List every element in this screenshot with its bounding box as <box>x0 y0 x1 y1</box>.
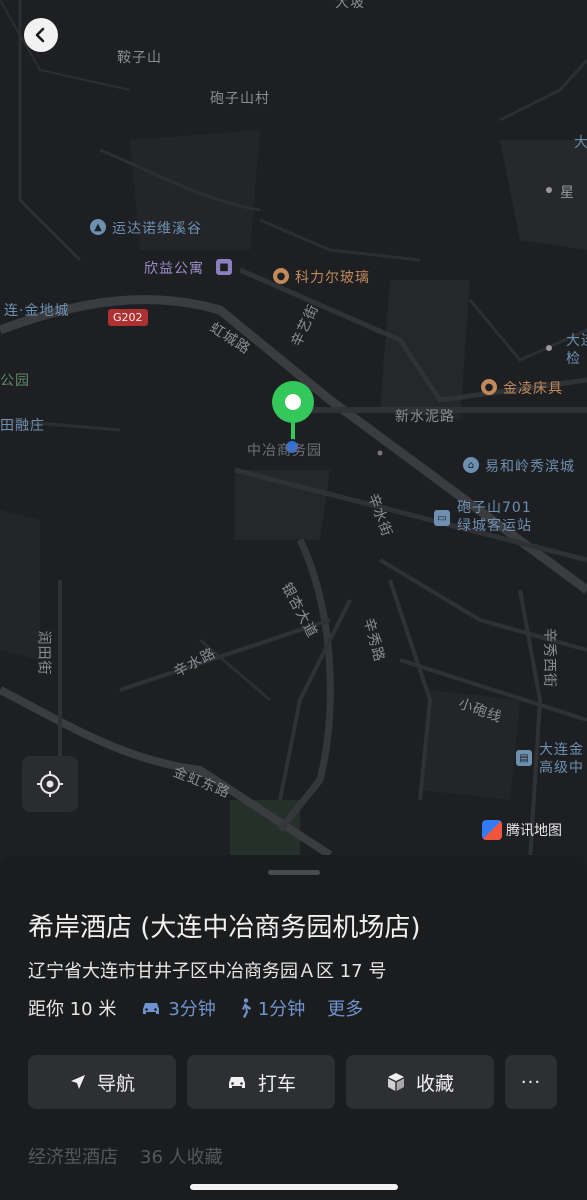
map-label: 砲子山村 <box>210 91 270 107</box>
map-roads <box>0 0 587 861</box>
road-label: 辛秀西街 <box>541 628 557 688</box>
map-label: 大连 <box>566 333 587 349</box>
drag-handle[interactable] <box>268 870 320 875</box>
more-options-label: ··· <box>520 1071 542 1093</box>
poi-label[interactable]: 田融庄 <box>0 415 45 435</box>
home-indicator[interactable] <box>190 1184 398 1190</box>
poi-label[interactable]: 金凌床具 <box>503 378 563 398</box>
hotel-type-tag: 经济型酒店 <box>28 1147 118 1168</box>
walk-icon <box>241 998 251 1018</box>
favorite-button[interactable]: 收藏 <box>346 1055 494 1109</box>
map-label: 大坡 <box>335 0 365 11</box>
navigation-arrow-icon <box>70 1075 85 1089</box>
navigate-button[interactable]: 导航 <box>28 1055 176 1109</box>
poi-label[interactable]: 运达诺维溪谷 <box>112 218 202 238</box>
map-provider-logo: 腾讯地图 <box>482 820 562 840</box>
school-icon: ▤ <box>516 750 532 766</box>
shop-icon: ● <box>273 268 289 284</box>
poi-label[interactable]: 易和岭秀滨城 <box>485 456 575 476</box>
walk-time[interactable]: 1分钟 <box>238 995 305 1021</box>
road-label: 新水泥路 <box>395 409 455 425</box>
map-label: 星 <box>560 185 575 201</box>
map-view[interactable]: 鞍子山 大坡 砲子山村 ▲ 运达诺维溪谷 欣益公寓 ■ ● 科力尔玻璃 连·金地… <box>0 0 587 870</box>
navigate-label: 导航 <box>96 1072 135 1095</box>
crosshair-icon <box>37 771 63 797</box>
poi-label[interactable]: 欣益公寓 <box>144 258 204 278</box>
map-label: 鞍子山 <box>117 50 162 66</box>
poi-label[interactable]: 连·金地城 <box>4 300 69 320</box>
apartment-icon: ■ <box>216 259 232 275</box>
place-tags: 经济型酒店 36 人收藏 <box>28 1143 223 1169</box>
back-button[interactable] <box>24 18 58 52</box>
poi-label[interactable]: 高级中 <box>539 759 584 777</box>
provider-label: 腾讯地图 <box>506 823 562 839</box>
poi-label[interactable]: 砲子山701 <box>457 500 532 517</box>
saves-count: 36 人收藏 <box>140 1147 223 1168</box>
map-label: 大 <box>574 135 587 151</box>
place-detail-sheet[interactable]: 希岸酒店 (大连中冶商务园机场店) 辽宁省大连市甘井子区中冶商务园Ａ区 17 号… <box>0 855 587 1200</box>
favorite-label: 收藏 <box>415 1072 454 1095</box>
box-icon <box>387 1073 404 1091</box>
road-label: 润田街 <box>35 630 52 676</box>
chevron-left-icon <box>35 27 45 43</box>
place-label: 中冶商务园 <box>247 443 322 459</box>
tencent-map-icon <box>482 820 502 840</box>
place-address: 辽宁省大连市甘井子区中冶商务园Ａ区 17 号 <box>28 961 387 982</box>
place-meta: 距你 10 米 3分钟 1分钟 更多 <box>28 995 385 1021</box>
poi-label[interactable]: 绿城客运站 <box>457 518 532 535</box>
residence-icon: ⌂ <box>463 457 479 473</box>
shop-icon: ● <box>481 379 497 395</box>
place-title: 希岸酒店 (大连中冶商务园机场店) <box>28 913 421 943</box>
highway-shield: G202 <box>108 309 148 326</box>
map-label: 检 <box>566 351 581 367</box>
poi-label[interactable]: 科力尔玻璃 <box>295 267 370 287</box>
more-options-button[interactable]: ··· <box>505 1055 557 1109</box>
drive-time[interactable]: 3分钟 <box>140 995 216 1021</box>
car-icon <box>143 1003 160 1014</box>
bus-station-icon: ▭ <box>434 510 450 526</box>
poi-label[interactable]: 公园 <box>0 370 30 390</box>
poi-label[interactable]: 大连金 <box>539 741 584 759</box>
taxi-button[interactable]: 打车 <box>187 1055 335 1109</box>
more-link[interactable]: 更多 <box>327 995 363 1021</box>
distance-text: 距你 10 米 <box>28 999 117 1020</box>
drive-time-label: 3分钟 <box>168 999 216 1020</box>
scenic-icon: ▲ <box>90 219 106 235</box>
locate-me-button[interactable] <box>22 756 78 812</box>
action-bar: 导航 打车 收藏 ··· <box>28 1055 557 1109</box>
taxi-label: 打车 <box>257 1072 296 1095</box>
walk-time-label: 1分钟 <box>257 999 306 1020</box>
car-icon <box>228 1077 245 1088</box>
